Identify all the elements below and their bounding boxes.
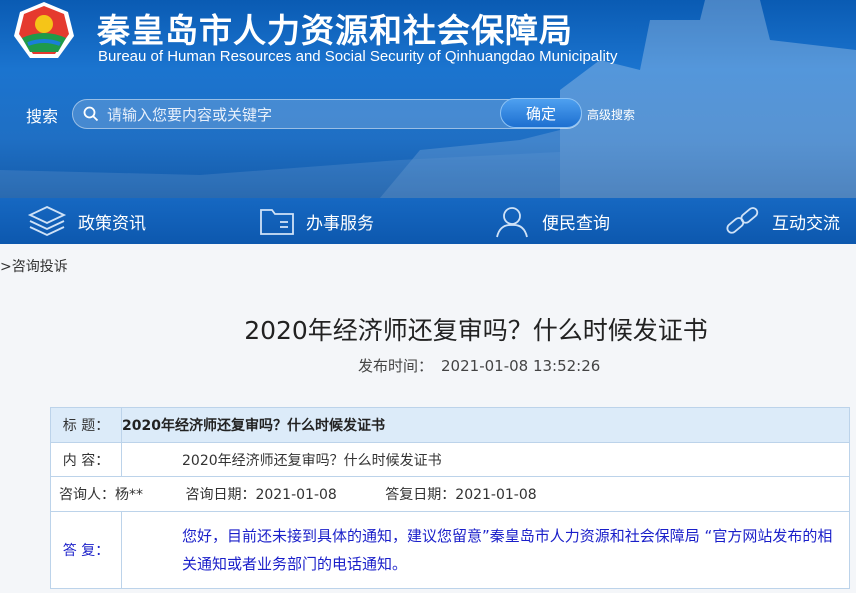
table-row: 标 题： 2020年经济师还复审吗？什么时候发证书 <box>50 407 850 443</box>
title-value-text: 2020年经济师还复审吗？什么时候发证书 <box>122 418 385 434</box>
nav-item-label: 便民查询 <box>542 213 610 234</box>
folder-icon <box>260 209 294 235</box>
search-label: 搜索 <box>26 107 59 126</box>
search-icon <box>83 106 99 122</box>
reply-date: 2021-01-08 <box>455 487 537 503</box>
table-row: 内 容： 2020年经济师还复审吗？什么时候发证书 <box>50 442 850 477</box>
table-row: 答 复： 您好，目前还未接到具体的通知，建议您留意”秦皇岛市人力资源和社会保障局… <box>50 511 850 589</box>
content-label: 内 容： <box>50 442 122 477</box>
site-title: 秦皇岛市人力资源和社会保障局 <box>97 11 573 50</box>
meta-cell: 咨询人：杨** 咨询日期：2021-01-08 答复日期：2021-01-08 <box>50 476 850 512</box>
confirm-button[interactable]: 确定 <box>500 98 582 128</box>
answer-value: 您好，目前还未接到具体的通知，建议您留意”秦皇岛市人力资源和社会保障局 “官方网… <box>121 511 850 589</box>
ask-date-label: 咨询日期： <box>185 487 256 503</box>
publish-time-value: 2021-01-08 13:52:26 <box>441 357 601 375</box>
nav-item-services[interactable]: 办事服务 <box>258 198 374 244</box>
publish-time: 发布时间： 2021-01-08 13:52:26 <box>358 355 600 376</box>
site-header: 秦皇岛市人力资源和社会保障局 Bureau of Human Resources… <box>0 0 856 198</box>
layers-icon <box>27 206 67 236</box>
nav-item-label: 政策资讯 <box>78 213 146 234</box>
nav-item-policy[interactable]: 政策资讯 <box>26 198 146 244</box>
breadcrumb[interactable]: >咨询投诉 <box>0 256 68 276</box>
reply-date-label: 答复日期： <box>385 487 456 503</box>
link-icon <box>726 207 759 234</box>
nav-item-query[interactable]: 便民查询 <box>492 198 610 244</box>
page-title: 2020年经济师还复审吗？什么时候发证书 <box>244 316 708 345</box>
qa-table: 标 题： 2020年经济师还复审吗？什么时候发证书 内 容： 2020年经济师还… <box>50 407 850 589</box>
title-value: 2020年经济师还复审吗？什么时候发证书 <box>121 407 850 443</box>
nav-item-label: 互动交流 <box>772 213 840 234</box>
advanced-search-link[interactable]: 高级搜索 <box>587 106 635 123</box>
nav-item-label: 办事服务 <box>306 213 374 234</box>
bureau-logo <box>14 2 74 58</box>
site-subtitle: Bureau of Human Resources and Social Sec… <box>98 48 618 65</box>
publish-label: 发布时间： <box>358 357 434 375</box>
answer-label: 答 复： <box>50 511 122 589</box>
content-value: 2020年经济师还复审吗？什么时候发证书 <box>121 442 850 477</box>
ask-date: 2021-01-08 <box>255 487 337 503</box>
user-icon <box>496 207 528 238</box>
title-label: 标 题： <box>50 407 122 443</box>
nav-item-interaction[interactable]: 互动交流 <box>722 198 840 244</box>
main-nav: 政策资讯 办事服务 便民查询 互动交流 <box>0 198 856 244</box>
search-input[interactable] <box>105 103 499 127</box>
table-row: 咨询人：杨** 咨询日期：2021-01-08 答复日期：2021-01-08 <box>50 476 850 512</box>
asker: 咨询人：杨** <box>59 487 143 503</box>
